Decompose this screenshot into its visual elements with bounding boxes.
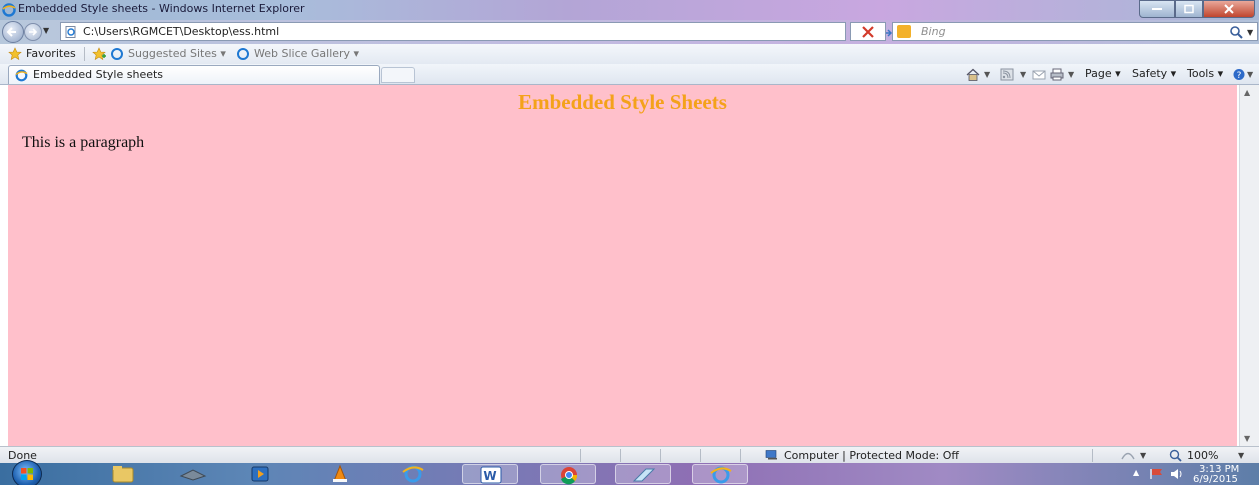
page-paragraph: This is a paragraph xyxy=(22,134,145,151)
address-field[interactable]: C:\Users\RGMCET\Desktop\ess.html ▼ xyxy=(60,22,898,41)
taskbar-notepad[interactable] xyxy=(615,464,671,484)
favorites-star-icon xyxy=(8,47,22,61)
notepad-icon xyxy=(632,468,656,482)
tab-label: Embedded Style sheets xyxy=(33,68,164,81)
zoom-level[interactable]: 100% xyxy=(1187,449,1218,462)
taskbar-vlc[interactable] xyxy=(312,464,368,484)
zoom-dropdown-icon[interactable]: ▼ xyxy=(1238,451,1244,460)
status-bar: Done Computer | Protected Mode: Off ▼ 10… xyxy=(0,446,1259,464)
status-separator xyxy=(1092,449,1093,462)
minimize-icon xyxy=(1152,8,1162,10)
feeds-icon[interactable] xyxy=(1000,68,1014,81)
ie-page-icon xyxy=(237,48,249,60)
protected-mode-dropdown-icon[interactable]: ▼ xyxy=(1140,451,1146,460)
bing-logo-icon xyxy=(897,25,911,38)
print-icon[interactable] xyxy=(1050,68,1064,81)
tab-command-bar: Embedded Style sheets ▼ ▼ ▼ Page ▾ Safet… xyxy=(0,64,1259,85)
page-menu[interactable]: Page ▾ xyxy=(1085,67,1121,80)
action-center-flag-icon[interactable] xyxy=(1149,468,1165,480)
favorites-item-suggested-sites[interactable]: Suggested Sites ▾ xyxy=(128,47,226,60)
taskbar-network[interactable] xyxy=(165,464,221,484)
computer-zone-icon xyxy=(765,450,777,460)
url-text: C:\Users\RGMCET\Desktop\ess.html xyxy=(83,25,280,38)
window-title: Embedded Style sheets - Windows Internet… xyxy=(18,2,305,15)
folder-icon xyxy=(112,466,134,483)
windows-taskbar: W ▲ 3:13 PM 6/9/2015 xyxy=(0,460,1259,485)
volume-icon[interactable] xyxy=(1170,468,1184,480)
internet-explorer-icon xyxy=(15,69,28,82)
status-separator xyxy=(660,449,661,462)
status-separator xyxy=(740,449,741,462)
favorites-button[interactable]: Favorites xyxy=(26,47,76,60)
word-icon: W xyxy=(480,466,502,484)
new-tab-button[interactable] xyxy=(381,67,415,83)
internet-explorer-icon xyxy=(710,466,732,484)
taskbar-media-player[interactable] xyxy=(232,464,288,484)
stop-icon xyxy=(862,26,874,38)
clock-date[interactable]: 6/9/2015 xyxy=(1193,474,1238,485)
network-icon xyxy=(179,469,207,481)
print-dropdown-icon[interactable]: ▼ xyxy=(1068,70,1074,79)
help-icon[interactable]: ? xyxy=(1232,68,1246,81)
status-separator xyxy=(580,449,581,462)
windows-logo-icon xyxy=(21,468,33,480)
start-button[interactable] xyxy=(12,460,42,485)
security-zone-text[interactable]: Computer | Protected Mode: Off xyxy=(784,449,959,462)
page-icon xyxy=(65,26,76,38)
protected-mode-icon[interactable] xyxy=(1120,450,1136,461)
taskbar-chrome[interactable] xyxy=(540,464,596,485)
feeds-dropdown-icon[interactable]: ▼ xyxy=(1020,70,1026,79)
read-mail-icon[interactable] xyxy=(1032,68,1046,81)
recent-pages-dropdown-icon[interactable]: ▼ xyxy=(43,26,49,35)
svg-text:W: W xyxy=(483,469,496,483)
taskbar-explorer[interactable] xyxy=(95,464,151,484)
close-button[interactable] xyxy=(1203,0,1255,18)
status-separator xyxy=(620,449,621,462)
internet-explorer-icon xyxy=(402,465,424,483)
close-icon xyxy=(1224,4,1234,14)
forward-arrow-icon xyxy=(29,28,38,36)
search-placeholder: Bing xyxy=(921,25,946,38)
favorites-bar: Favorites Suggested Sites ▾ Web Slice Ga… xyxy=(0,44,1259,64)
vertical-scrollbar[interactable]: ▲ ▼ xyxy=(1239,85,1259,446)
taskbar-word[interactable]: W xyxy=(462,464,518,484)
safety-menu[interactable]: Safety ▾ xyxy=(1132,67,1176,80)
ie-window: Embedded Style sheets - Windows Internet… xyxy=(0,0,1259,485)
home-dropdown-icon[interactable]: ▼ xyxy=(984,70,990,79)
scroll-up-arrow-icon[interactable]: ▲ xyxy=(1244,88,1250,97)
internet-explorer-icon xyxy=(2,3,16,17)
add-to-favorites-icon[interactable] xyxy=(92,47,106,61)
chrome-icon xyxy=(561,467,578,485)
restore-icon xyxy=(1184,4,1194,14)
favorites-item-web-slice-gallery[interactable]: Web Slice Gallery ▾ xyxy=(254,47,359,60)
help-dropdown-icon[interactable]: ▼ xyxy=(1247,70,1253,79)
zoom-icon[interactable] xyxy=(1169,449,1183,462)
tools-menu[interactable]: Tools ▾ xyxy=(1187,67,1223,80)
page-heading: Embedded Style Sheets xyxy=(518,90,727,114)
search-dropdown-icon[interactable]: ▼ xyxy=(1247,28,1253,37)
scroll-down-arrow-icon[interactable]: ▼ xyxy=(1244,434,1250,443)
back-button[interactable] xyxy=(2,21,24,43)
search-icon[interactable] xyxy=(1229,25,1243,39)
separator xyxy=(84,47,85,61)
home-icon[interactable] xyxy=(966,68,980,81)
status-separator xyxy=(700,449,701,462)
taskbar-internet-explorer-active[interactable] xyxy=(692,464,748,484)
minimize-button[interactable] xyxy=(1139,0,1175,18)
ie-page-icon xyxy=(111,48,123,60)
search-field[interactable]: Bing ▼ xyxy=(892,22,1258,41)
back-arrow-icon xyxy=(6,27,16,37)
show-hidden-icons-icon[interactable]: ▲ xyxy=(1133,468,1139,477)
title-bar[interactable]: Embedded Style sheets - Windows Internet… xyxy=(0,0,1259,20)
taskbar-internet-explorer[interactable] xyxy=(385,464,441,484)
media-player-icon xyxy=(251,466,269,482)
forward-button[interactable] xyxy=(24,23,42,41)
stop-button[interactable] xyxy=(850,22,886,41)
maximize-button[interactable] xyxy=(1175,0,1203,18)
vlc-icon xyxy=(333,464,347,482)
svg-text:?: ? xyxy=(1237,71,1242,81)
page-content: Embedded Style Sheets This is a paragrap… xyxy=(8,85,1237,446)
tab-embedded-style-sheets[interactable]: Embedded Style sheets xyxy=(8,65,380,84)
